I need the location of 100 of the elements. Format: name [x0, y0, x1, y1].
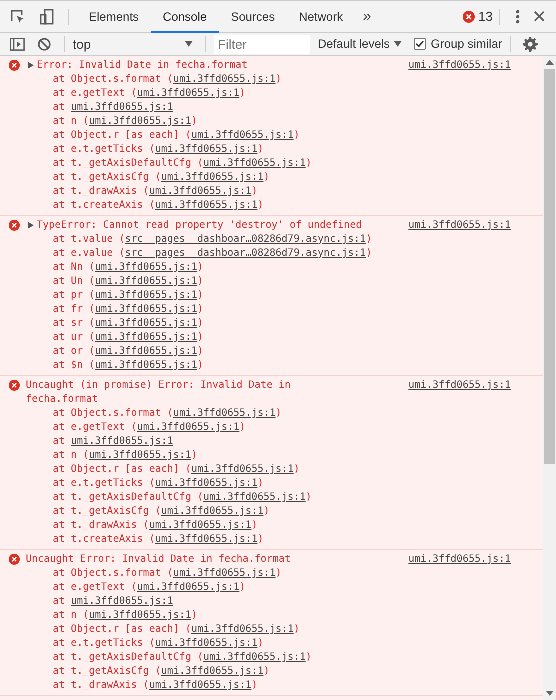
- stack-frame: at e.t.getTicks (umi.3ffd0655.js:1): [26, 477, 511, 491]
- stack-frame: at Un (umi.3ffd0655.js:1): [26, 275, 511, 289]
- stack-link[interactable]: umi.3ffd0655.js:1: [137, 422, 240, 433]
- menu-icon[interactable]: [516, 10, 520, 24]
- stack-frame: at t._drawAxis (umi.3ffd0655.js:1): [26, 679, 511, 693]
- stack-link[interactable]: umi.3ffd0655.js:1: [204, 652, 306, 663]
- scrollbar[interactable]: [543, 56, 556, 700]
- stack-link[interactable]: umi.3ffd0655.js:1: [71, 436, 174, 447]
- stack-frame: at t.value (src__pages__dashboar…08286d79.async.js:1): [26, 233, 511, 247]
- stack-link[interactable]: umi.3ffd0655.js:1: [149, 680, 252, 691]
- stack-frame: at umi.3ffd0655.js:1: [26, 435, 511, 449]
- stack-frame: at t._drawAxis (umi.3ffd0655.js:1): [26, 519, 511, 533]
- expand-triangle-icon[interactable]: [28, 222, 34, 229]
- stack-frame: at e.getText (umi.3ffd0655.js:1): [26, 581, 511, 595]
- stack-link[interactable]: umi.3ffd0655.js:1: [161, 172, 264, 183]
- stack-link[interactable]: umi.3ffd0655.js:1: [95, 360, 198, 371]
- context-select[interactable]: top: [73, 36, 199, 52]
- clear-console-icon[interactable]: [38, 38, 51, 50]
- scroll-down-icon[interactable]: [546, 691, 554, 696]
- error-message: Uncaught Error: Invalid Date in fecha.format: [26, 553, 291, 567]
- panel-tab[interactable]: Network: [287, 2, 356, 33]
- stack-frame: at n (umi.3ffd0655.js:1): [26, 609, 511, 623]
- stack-link[interactable]: umi.3ffd0655.js:1: [204, 492, 306, 503]
- stack-link[interactable]: umi.3ffd0655.js:1: [95, 332, 198, 343]
- stack-link[interactable]: umi.3ffd0655.js:1: [95, 262, 198, 273]
- levels-dropdown[interactable]: Default levels: [318, 37, 402, 51]
- error-count: 13: [478, 9, 493, 24]
- stack-frame: at Object.r [as each] (umi.3ffd0655.js:1): [26, 463, 511, 477]
- settings-icon[interactable]: [523, 36, 538, 52]
- stack-frame: at $n (umi.3ffd0655.js:1): [26, 359, 511, 373]
- panel-tab[interactable]: Elements: [77, 2, 152, 33]
- stack-link[interactable]: umi.3ffd0655.js:1: [71, 102, 174, 113]
- expand-triangle-icon[interactable]: [28, 62, 34, 69]
- stack-frame: at umi.3ffd0655.js:1: [26, 101, 511, 115]
- stack-link[interactable]: umi.3ffd0655.js:1: [137, 88, 240, 99]
- source-link[interactable]: umi.3ffd0655.js:1: [408, 379, 511, 393]
- source-link[interactable]: umi.3ffd0655.js:1: [408, 553, 511, 567]
- error-icon: [9, 380, 20, 391]
- inspect-icon[interactable]: [10, 8, 26, 24]
- stack-link[interactable]: umi.3ffd0655.js:1: [191, 130, 294, 141]
- stack-frame: at Object.s.format (umi.3ffd0655.js:1): [26, 407, 511, 421]
- stack-frame: at umi.3ffd0655.js:1: [26, 595, 511, 609]
- error-icon: [9, 554, 20, 565]
- stack-frame: at t._getAxisCfg (umi.3ffd0655.js:1): [26, 171, 511, 185]
- stack-link[interactable]: umi.3ffd0655.js:1: [149, 186, 252, 197]
- stack-link[interactable]: umi.3ffd0655.js:1: [95, 318, 198, 329]
- stack-frame: at or (umi.3ffd0655.js:1): [26, 345, 511, 359]
- stack-link[interactable]: umi.3ffd0655.js:1: [95, 276, 198, 287]
- stack-link[interactable]: umi.3ffd0655.js:1: [173, 74, 276, 85]
- scroll-up-icon[interactable]: [546, 60, 554, 65]
- checkbox-label: Group similar: [431, 37, 502, 51]
- stack-frame: at n (umi.3ffd0655.js:1): [26, 449, 511, 463]
- stack-link[interactable]: umi.3ffd0655.js:1: [155, 200, 258, 211]
- stack-link[interactable]: umi.3ffd0655.js:1: [155, 534, 258, 545]
- stack-link[interactable]: umi.3ffd0655.js:1: [137, 582, 240, 593]
- stack-link[interactable]: umi.3ffd0655.js:1: [155, 144, 258, 155]
- stack-link[interactable]: umi.3ffd0655.js:1: [155, 638, 258, 649]
- source-link[interactable]: umi.3ffd0655.js:1: [408, 219, 511, 233]
- stack-frame: at Object.s.format (umi.3ffd0655.js:1): [26, 567, 511, 581]
- stack-frame: at fr (umi.3ffd0655.js:1): [26, 303, 511, 317]
- stack-frame: at t.createAxis (umi.3ffd0655.js:1): [26, 199, 511, 213]
- stack-link[interactable]: umi.3ffd0655.js:1: [204, 158, 306, 169]
- caret-icon: [394, 41, 402, 47]
- stack-frame: at t._getAxisDefaultCfg (umi.3ffd0655.js:1): [26, 651, 511, 665]
- stack-link[interactable]: umi.3ffd0655.js:1: [173, 408, 276, 419]
- stack-link[interactable]: umi.3ffd0655.js:1: [95, 346, 198, 357]
- stack-link[interactable]: umi.3ffd0655.js:1: [71, 596, 174, 607]
- stack-link[interactable]: umi.3ffd0655.js:1: [89, 450, 192, 461]
- stack-link[interactable]: umi.3ffd0655.js:1: [173, 568, 276, 579]
- stack-link[interactable]: umi.3ffd0655.js:1: [191, 624, 294, 635]
- stack-frame: at pr (umi.3ffd0655.js:1): [26, 289, 511, 303]
- stack-link[interactable]: umi.3ffd0655.js:1: [89, 116, 192, 127]
- error-icon: [9, 60, 20, 71]
- panel-tab[interactable]: Sources: [219, 2, 288, 33]
- stack-link[interactable]: umi.3ffd0655.js:1: [161, 666, 264, 677]
- stack-link[interactable]: src__pages__dashboar…08286d79.async.js:1: [125, 248, 366, 259]
- stack-link[interactable]: umi.3ffd0655.js:1: [95, 290, 198, 301]
- stack-frame: at Object.r [as each] (umi.3ffd0655.js:1): [26, 129, 511, 143]
- stack-frame: at t._getAxisDefaultCfg (umi.3ffd0655.js:1): [26, 491, 511, 505]
- stack-link[interactable]: umi.3ffd0655.js:1: [95, 304, 198, 315]
- more-tabs-button[interactable]: »: [355, 8, 380, 25]
- stack-link[interactable]: umi.3ffd0655.js:1: [155, 478, 258, 489]
- stack-frame: at e.t.getTicks (umi.3ffd0655.js:1): [26, 637, 511, 651]
- stack-link[interactable]: umi.3ffd0655.js:1: [149, 520, 252, 531]
- checkbox[interactable]: [414, 38, 426, 50]
- stack-frame: at Object.s.format (umi.3ffd0655.js:1): [26, 73, 511, 87]
- source-link[interactable]: umi.3ffd0655.js:1: [408, 59, 511, 73]
- stack-link[interactable]: umi.3ffd0655.js:1: [161, 506, 264, 517]
- stack-frame: at e.value (src__pages__dashboar…08286d79.async.js:1): [26, 247, 511, 261]
- sidebar-toggle-icon[interactable]: [10, 38, 25, 50]
- stack-link[interactable]: src__pages__dashboar…08286d79.async.js:1: [125, 234, 366, 245]
- caret-icon: [185, 41, 193, 47]
- device-icon[interactable]: [39, 8, 55, 24]
- stack-link[interactable]: umi.3ffd0655.js:1: [191, 464, 294, 475]
- close-icon[interactable]: [534, 11, 545, 22]
- filter-field[interactable]: Filter: [214, 34, 310, 54]
- scrollbar-thumb[interactable]: [544, 69, 555, 464]
- stack-frame: at e.getText (umi.3ffd0655.js:1): [26, 87, 511, 101]
- stack-link[interactable]: umi.3ffd0655.js:1: [89, 610, 192, 621]
- stack-frame: at t._drawAxis (umi.3ffd0655.js:1): [26, 185, 511, 199]
